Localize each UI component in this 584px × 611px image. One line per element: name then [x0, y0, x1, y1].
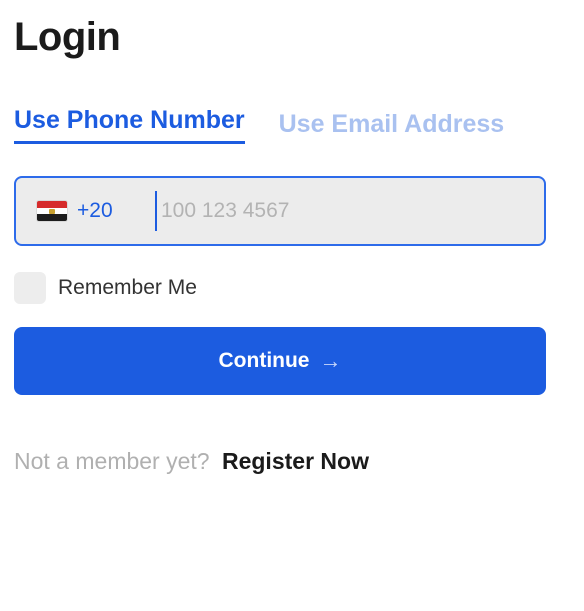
tab-phone-number[interactable]: Use Phone Number: [14, 104, 245, 144]
signup-prompt-text: Not a member yet?: [14, 448, 210, 474]
phone-number-field: +20: [14, 176, 546, 246]
dial-code: +20: [77, 199, 113, 222]
register-now-link[interactable]: Register Now: [222, 448, 369, 474]
continue-button[interactable]: Continue →: [14, 327, 546, 395]
signup-prompt: Not a member yet? Register Now: [14, 448, 369, 475]
remember-me-option[interactable]: Remember Me: [14, 272, 197, 304]
egypt-flag-icon: [37, 201, 67, 221]
country-code-selector[interactable]: +20: [37, 199, 155, 223]
arrow-right-icon: →: [319, 348, 342, 373]
remember-me-label: Remember Me: [58, 276, 197, 299]
login-method-tabs: Use Phone Number Use Email Address: [14, 104, 504, 146]
tab-email-address[interactable]: Use Email Address: [279, 104, 505, 144]
continue-button-label: Continue: [218, 349, 310, 372]
page-title: Login: [14, 15, 121, 59]
phone-number-input[interactable]: [155, 191, 501, 231]
remember-me-checkbox[interactable]: [14, 272, 46, 304]
